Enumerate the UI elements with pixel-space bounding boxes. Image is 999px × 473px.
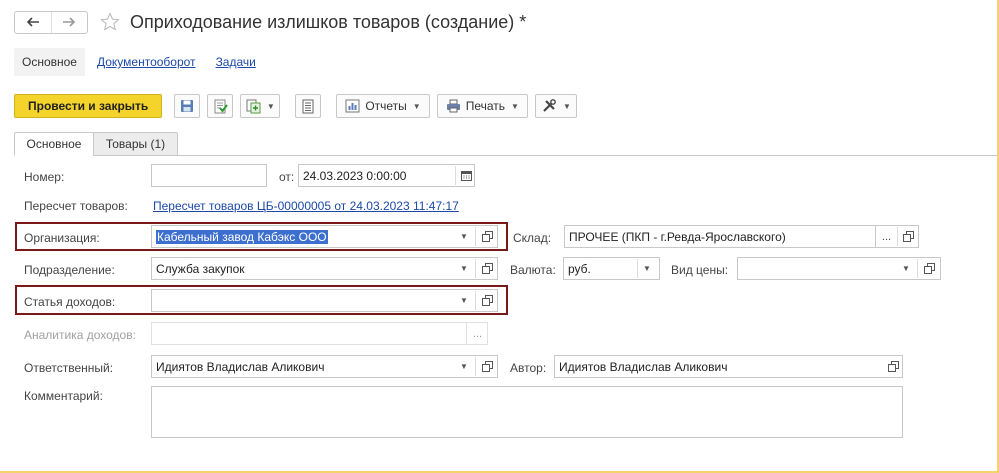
division-label: Подразделение: — [24, 263, 115, 277]
date-label: от: — [279, 170, 295, 184]
price-type-dropdown[interactable]: ▼ — [898, 257, 914, 280]
income-item-label: Статья доходов: — [24, 295, 116, 309]
arrow-right-icon — [63, 17, 76, 27]
create-based-on-icon — [246, 99, 261, 113]
save-button[interactable] — [174, 94, 201, 118]
section-tasks-link[interactable]: Задачи — [216, 55, 256, 69]
open-item-icon — [481, 231, 493, 242]
organization-input[interactable]: Кабельный завод Кабэкс ООО — [151, 225, 498, 248]
section-docflow-link[interactable]: Документооборот — [97, 55, 196, 69]
chevron-down-icon: ▼ — [412, 101, 421, 111]
division-dropdown[interactable]: ▼ — [456, 257, 472, 280]
recount-link[interactable]: Пересчет товаров ЦБ-00000005 от 24.03.20… — [153, 199, 459, 213]
create-based-on-button[interactable]: ▼ — [240, 94, 281, 118]
post-document-icon — [214, 99, 228, 113]
division-input[interactable]: Служба закупок — [151, 257, 498, 280]
tools-icon — [543, 99, 556, 112]
open-item-icon — [902, 231, 914, 242]
document-list-icon — [302, 99, 314, 113]
more-actions-button[interactable]: ▼ — [534, 94, 577, 118]
page-title: Оприходование излишков товаров (создание… — [130, 11, 527, 32]
income-item-dropdown[interactable]: ▼ — [456, 289, 472, 312]
author-open-button[interactable] — [883, 355, 903, 378]
warehouse-value: ПРОЧЕЕ (ПКП - г.Ревда-Ярославского) — [569, 229, 786, 244]
responsible-input[interactable]: Идиятов Владислав Аликович — [151, 355, 498, 378]
comment-label: Комментарий: — [24, 389, 103, 403]
form-tab-bar: Основное Товары (1) — [14, 132, 997, 156]
tab-main[interactable]: Основное — [14, 132, 94, 156]
forward-button[interactable] — [50, 11, 87, 33]
organization-value: Кабельный завод Кабэкс ООО — [156, 229, 328, 244]
number-label: Номер: — [24, 170, 65, 184]
author-value: Идиятов Владислав Аликович — [559, 359, 728, 374]
floppy-disk-icon — [181, 100, 194, 112]
reports-button[interactable]: Отчеты ▼ — [336, 94, 430, 118]
chevron-down-icon: ▼ — [562, 101, 571, 111]
open-item-icon — [923, 263, 935, 274]
reports-label: Отчеты — [365, 99, 407, 113]
organization-dropdown[interactable]: ▼ — [456, 225, 472, 248]
income-analytics-label: Аналитика доходов: — [24, 328, 136, 342]
date-value: 24.03.2023 0:00:00 — [303, 168, 407, 183]
currency-dropdown[interactable]: ▼ — [639, 257, 655, 280]
post-button[interactable] — [207, 94, 234, 118]
chevron-down-icon: ▼ — [902, 264, 910, 273]
currency-value: руб. — [568, 261, 591, 276]
responsible-value: Идиятов Владислав Аликович — [156, 359, 325, 374]
author-input: Идиятов Владислав Аликович — [554, 355, 903, 378]
warehouse-open-button[interactable] — [898, 225, 918, 248]
income-analytics-input — [151, 322, 488, 345]
warehouse-label: Склад: — [513, 231, 552, 245]
price-type-open-button[interactable] — [919, 257, 939, 280]
chevron-down-icon: ▼ — [460, 264, 468, 273]
chevron-down-icon: ▼ — [643, 264, 651, 273]
open-item-icon — [481, 263, 493, 274]
responsible-dropdown[interactable]: ▼ — [456, 355, 472, 378]
chevron-down-icon: ▼ — [460, 232, 468, 241]
responsible-open-button[interactable] — [477, 355, 497, 378]
structure-button[interactable] — [295, 94, 322, 118]
arrow-left-icon — [26, 17, 39, 27]
warehouse-input[interactable]: ПРОЧЕЕ (ПКП - г.Ревда-Ярославского) — [564, 225, 919, 248]
comment-textarea[interactable] — [151, 386, 903, 438]
title-bar: Оприходование излишков товаров (создание… — [14, 8, 526, 36]
open-item-icon — [481, 295, 493, 306]
section-nav: Основное Документооборот Задачи — [14, 47, 256, 77]
warehouse-select-button[interactable]: ... — [875, 225, 897, 248]
back-button[interactable] — [15, 12, 51, 33]
currency-label: Валюта: — [510, 263, 556, 277]
report-icon — [345, 99, 360, 113]
chevron-down-icon: ▼ — [460, 296, 468, 305]
date-input[interactable]: 24.03.2023 0:00:00 — [298, 164, 475, 187]
responsible-label: Ответственный: — [24, 361, 114, 375]
number-input[interactable] — [151, 164, 267, 187]
open-item-icon — [887, 361, 899, 372]
organization-label: Организация: — [24, 231, 100, 245]
chevron-down-icon: ▼ — [460, 362, 468, 371]
post-and-close-button[interactable]: Провести и закрыть — [14, 94, 163, 118]
calendar-icon — [460, 171, 472, 181]
tab-goods[interactable]: Товары (1) — [93, 132, 178, 156]
calendar-button[interactable] — [456, 164, 476, 187]
organization-open-button[interactable] — [477, 225, 497, 248]
print-button[interactable]: Печать ▼ — [436, 94, 528, 118]
toolbar: Провести и закрыть ▼ Отчеты ▼ Печать ▼ ▼ — [14, 94, 577, 118]
open-item-icon — [481, 361, 493, 372]
chevron-down-icon: ▼ — [266, 101, 275, 111]
income-item-input[interactable] — [151, 289, 498, 312]
division-open-button[interactable] — [477, 257, 497, 280]
chevron-down-icon: ▼ — [511, 101, 519, 111]
income-analytics-select-button: ... — [466, 322, 488, 345]
author-label: Автор: — [510, 361, 547, 375]
nav-buttons — [14, 10, 88, 34]
printer-icon — [446, 99, 460, 113]
section-main[interactable]: Основное — [14, 48, 85, 76]
price-type-label: Вид цены: — [671, 263, 729, 277]
recount-label: Пересчет товаров: — [24, 199, 128, 213]
print-label: Печать — [465, 99, 506, 113]
favorite-star-icon[interactable] — [100, 12, 120, 32]
division-value: Служба закупок — [156, 261, 245, 276]
income-item-open-button[interactable] — [477, 289, 497, 312]
